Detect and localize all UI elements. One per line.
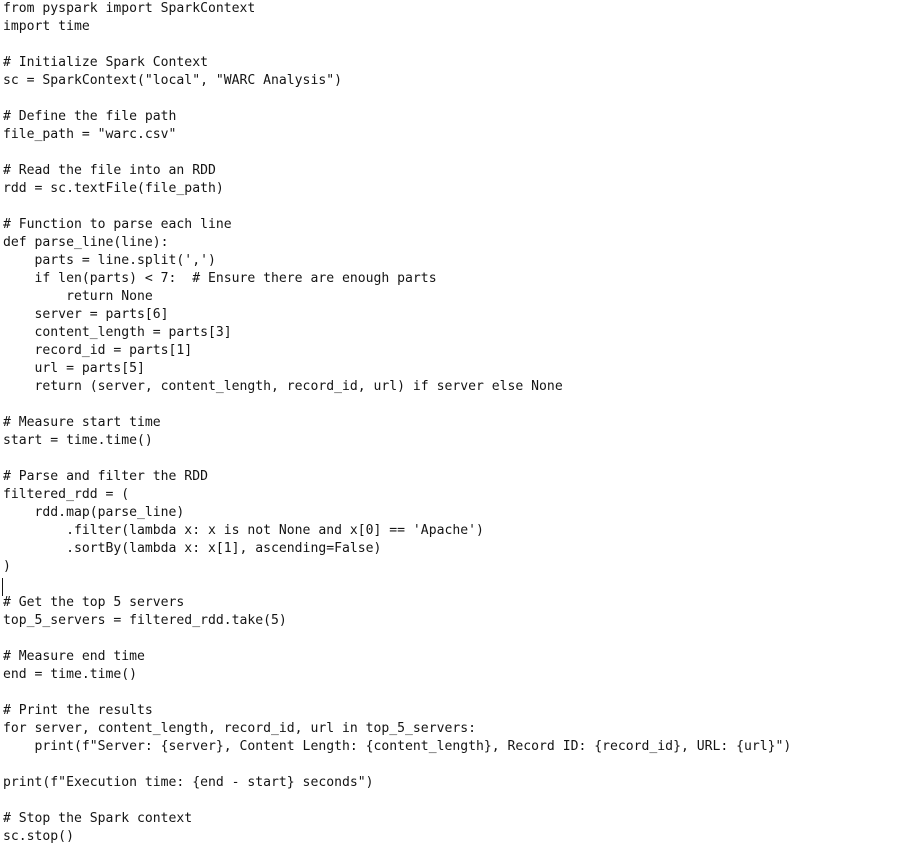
- code-line: .filter(lambda x: x is not None and x[0]…: [3, 523, 484, 538]
- code-line: # Read the file into an RDD: [3, 163, 216, 178]
- code-line: parts = line.split(','): [3, 253, 216, 268]
- code-line: rdd.map(parse_line): [3, 505, 185, 520]
- code-line: # Define the file path: [3, 109, 177, 124]
- code-line: record_id = parts[1]: [3, 343, 193, 358]
- code-line: server = parts[6]: [3, 307, 169, 322]
- code-line: print(f"Server: {server}, Content Length…: [3, 739, 792, 754]
- code-line: # Print the results: [3, 703, 153, 718]
- code-line: end = time.time(): [3, 667, 138, 682]
- code-editor[interactable]: from pyspark import SparkContext import t…: [0, 0, 917, 853]
- code-line: sc = SparkContext("local", "WARC Analysi…: [3, 73, 342, 88]
- code-line: # Measure start time: [3, 415, 161, 430]
- code-line: # Parse and filter the RDD: [3, 469, 208, 484]
- code-line: content_length = parts[3]: [3, 325, 232, 340]
- code-line: if len(parts) < 7: # Ensure there are en…: [3, 271, 437, 286]
- code-line: .sortBy(lambda x: x[1], ascending=False): [3, 541, 382, 556]
- code-line: url = parts[5]: [3, 361, 145, 376]
- code-line: for server, content_length, record_id, u…: [3, 721, 476, 736]
- code-line: start = time.time(): [3, 433, 153, 448]
- text-caret: [2, 578, 3, 596]
- code-listing[interactable]: from pyspark import SparkContext import t…: [0, 0, 917, 846]
- code-line: return (server, content_length, record_i…: [3, 379, 563, 394]
- code-line: filtered_rdd = (: [3, 487, 130, 502]
- code-line: sc.stop(): [3, 829, 74, 844]
- code-line: top_5_servers = filtered_rdd.take(5): [3, 613, 287, 628]
- code-line: print(f"Execution time: {end - start} se…: [3, 775, 374, 790]
- code-line: # Initialize Spark Context: [3, 55, 208, 70]
- code-line: return None: [3, 289, 153, 304]
- code-line: # Stop the Spark context: [3, 811, 193, 826]
- code-line: ): [3, 559, 11, 574]
- code-line: # Measure end time: [3, 649, 145, 664]
- code-line: rdd = sc.textFile(file_path): [3, 181, 224, 196]
- code-line: # Get the top 5 servers: [3, 595, 185, 610]
- code-line: def parse_line(line):: [3, 235, 169, 250]
- code-line: import time: [3, 19, 90, 34]
- code-line: # Function to parse each line: [3, 217, 232, 232]
- code-line: from pyspark import SparkContext: [3, 1, 256, 16]
- code-line: file_path = "warc.csv": [3, 127, 177, 142]
